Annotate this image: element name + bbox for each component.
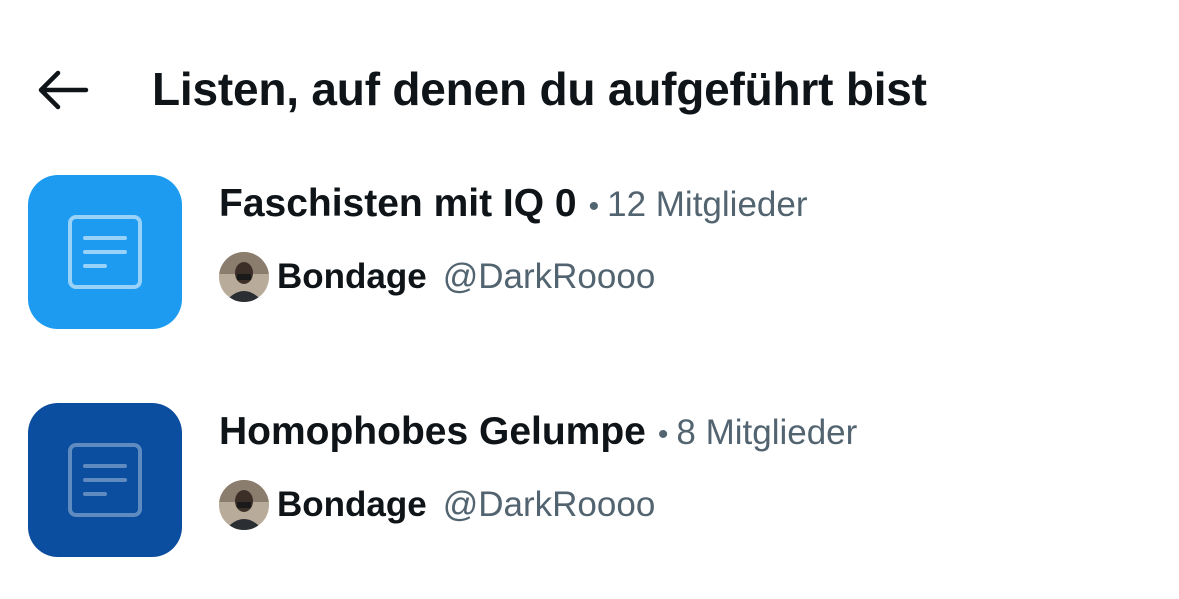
avatar [219,252,269,302]
member-count: 12 Mitglieder [607,185,808,224]
arrow-left-icon [38,70,89,110]
owner-display-name: Bondage [277,485,427,524]
list-name: Faschisten mit IQ 0 [219,182,577,225]
list-item[interactable]: Homophobes Gelumpe • 8 Mitglieder Bondag… [0,398,1179,568]
list-icon [28,403,182,557]
separator-dot: • [657,418,669,451]
separator-dot: • [588,190,600,223]
list-document-icon [68,215,142,289]
list-document-icon [68,443,142,517]
list-item[interactable]: Faschisten mit IQ 0 • 12 Mitglieder Bond… [0,170,1179,340]
list-title-row: Faschisten mit IQ 0 • 12 Mitglieder [219,180,808,229]
owner-display-name: Bondage [277,257,427,296]
page-header: Listen, auf denen du aufgeführt bist [0,0,1179,170]
list-owner[interactable]: Bondage @DarkRoooo [219,252,655,302]
owner-handle: @DarkRoooo [442,257,656,296]
list-icon [28,175,182,329]
back-button[interactable] [30,58,94,122]
member-count: 8 Mitglieder [676,413,858,452]
avatar [219,480,269,530]
list-title-row: Homophobes Gelumpe • 8 Mitglieder [219,408,857,457]
page-title: Listen, auf denen du aufgeführt bist [152,63,927,115]
list-owner[interactable]: Bondage @DarkRoooo [219,480,655,530]
owner-handle: @DarkRoooo [442,485,656,524]
list-name: Homophobes Gelumpe [219,410,646,453]
